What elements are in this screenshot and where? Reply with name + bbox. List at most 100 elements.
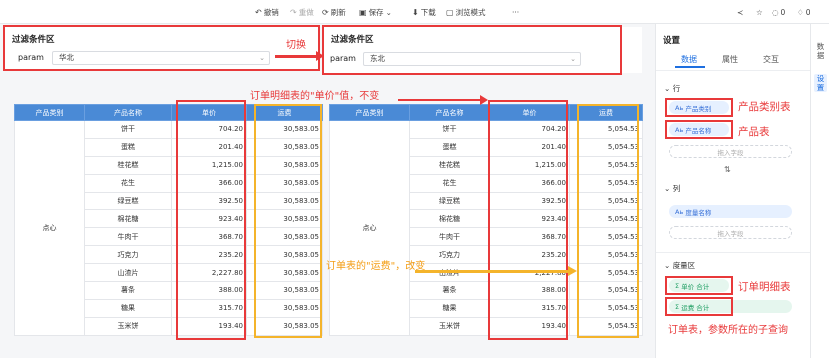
tab-properties[interactable]: 属性 [722, 54, 738, 65]
product-cell: 桂花糕 [409, 155, 490, 175]
product-cell: 花生 [84, 173, 172, 193]
download-button[interactable]: ⬇ 下载 [412, 6, 436, 18]
product-cell: 牛肉干 [84, 227, 172, 247]
arrow [275, 55, 320, 58]
category-cell: 点心 [329, 120, 410, 336]
annotation-unit-price: 订单明细表的"单价"值，不变 [250, 91, 380, 102]
product-cell: 玉米饼 [409, 316, 490, 336]
refresh-icon: ⟳ [322, 7, 329, 17]
browse-label: 浏览模式 [455, 7, 486, 17]
header-category[interactable]: 产品类别 [329, 104, 410, 121]
side-tab-data[interactable]: 数据 [814, 42, 827, 60]
annotation-box [176, 100, 246, 340]
product-cell: 薯条 [409, 281, 490, 300]
product-cell: 巧克力 [84, 245, 172, 265]
annotation-order-table: 订单表，参数所在的子查询 [668, 325, 788, 336]
product-cell: 薯条 [84, 281, 172, 300]
header-category[interactable]: 产品类别 [14, 104, 85, 121]
annotation-switch: 切换 [286, 40, 306, 51]
swap-icon[interactable]: ⇅ [724, 165, 731, 174]
annotation-box [577, 104, 639, 338]
annotation-box [488, 100, 568, 340]
product-cell: 棉花糖 [84, 209, 172, 229]
redo-icon: ↷ [290, 7, 297, 17]
app-root: ↶ 撤销 ↷ 重做 ⟳ 刷新 ▣ 保存 ⌄ ⬇ 下载 ▢ 浏览模式 ··· ≺ ☆ ◌ 0 ♢ 0… [0, 0, 829, 358]
comment-button[interactable]: ◌ 0 [772, 6, 785, 18]
product-cell: 桂花糕 [84, 155, 172, 175]
annotation-product-table: 产品表 [738, 126, 770, 138]
more-button[interactable]: ··· [512, 6, 519, 18]
annotation-box [254, 104, 322, 338]
save-button[interactable]: ▣ 保存 ⌄ [359, 6, 392, 18]
rows-section[interactable]: ⌄ 行 [664, 83, 680, 94]
product-cell: 棉花糖 [409, 209, 490, 229]
row-drop-zone[interactable]: 拖入字段 [669, 145, 792, 158]
save-icon: ▣ [359, 7, 367, 17]
comment-icon: ◌ [772, 7, 779, 17]
col-field-measure-name[interactable]: Aь 度量名称 [669, 205, 792, 218]
col-drop-zone[interactable]: 拖入字段 [669, 226, 792, 239]
arrow-head [316, 51, 324, 61]
product-cell: 山渣片 [84, 263, 172, 283]
refresh-label: 刷新 [330, 7, 346, 17]
comment-count: 0 [780, 7, 786, 17]
side-tab-label: 设置 [816, 74, 825, 92]
side-tab-settings[interactable]: 设置 [814, 74, 827, 92]
browse-icon: ▢ [446, 7, 454, 17]
arrow [398, 99, 482, 101]
chevron-down-icon: ⌄ [664, 184, 671, 193]
download-icon: ⬇ [412, 7, 419, 17]
like-count: 0 [805, 7, 811, 17]
tab-data[interactable]: 数据 [681, 54, 697, 65]
annotation-box [665, 276, 733, 295]
category-cell: 点心 [14, 120, 85, 336]
tab-interaction[interactable]: 交互 [763, 54, 779, 65]
columns-section[interactable]: ⌄ 列 [664, 183, 680, 194]
like-button[interactable]: ♢ 0 [797, 6, 811, 18]
chevron-down-icon: ⌄ [385, 7, 392, 17]
header-product[interactable]: 产品名称 [84, 104, 172, 121]
settings-title: 设置 [663, 36, 681, 46]
rows-section-label: 行 [672, 84, 681, 93]
thumb-icon: ♢ [797, 7, 804, 17]
arrow-head [480, 95, 488, 105]
annotation-box [665, 297, 733, 316]
undo-button[interactable]: ↶ 撤销 [255, 6, 279, 18]
columns-section-label: 列 [672, 184, 681, 193]
annotation-box [3, 25, 320, 71]
download-label: 下载 [420, 7, 436, 17]
side-tab-label: 数据 [816, 42, 825, 60]
divider [656, 70, 811, 71]
product-cell: 蛋糕 [84, 137, 172, 157]
toolbar: ↶ 撤销 ↷ 重做 ⟳ 刷新 ▣ 保存 ⌄ ⬇ 下载 ▢ 浏览模式 ··· ≺ ☆ ◌ 0 ♢ 0 [0, 0, 829, 24]
measures-section-label: 度量区 [672, 261, 696, 270]
product-cell: 绿豆糕 [409, 191, 490, 211]
redo-label: 重做 [298, 7, 314, 17]
annotation-order-detail: 订单明细表 [738, 281, 791, 293]
star-icon[interactable]: ☆ [756, 6, 763, 18]
product-cell: 蛋糕 [409, 137, 490, 157]
arrow [415, 270, 570, 273]
measures-section[interactable]: ⌄ 度量区 [664, 260, 695, 271]
refresh-button[interactable]: ⟳ 刷新 [322, 6, 346, 18]
annotation-category-table: 产品类别表 [738, 101, 791, 113]
chevron-down-icon: ⌄ [664, 261, 671, 270]
col-field-label: 度量名称 [685, 208, 712, 217]
annotation-box [665, 98, 733, 117]
header-product[interactable]: 产品名称 [409, 104, 490, 121]
redo-button[interactable]: ↷ 重做 [290, 6, 314, 18]
save-label: 保存 [368, 7, 384, 17]
text-field-icon: Aь [675, 207, 686, 216]
divider [656, 252, 811, 253]
share-icon[interactable]: ≺ [737, 6, 743, 18]
annotation-box [665, 120, 733, 139]
product-cell: 牛肉干 [409, 227, 490, 247]
chevron-down-icon: ⌄ [664, 84, 671, 93]
product-cell: 绿豆糕 [84, 191, 172, 211]
browse-mode-button[interactable]: ▢ 浏览模式 [446, 6, 486, 18]
undo-icon: ↶ [255, 7, 262, 17]
arrow-head [568, 266, 577, 276]
product-cell: 糖果 [84, 298, 172, 318]
product-cell: 糖果 [409, 298, 490, 318]
product-cell: 花生 [409, 173, 490, 193]
